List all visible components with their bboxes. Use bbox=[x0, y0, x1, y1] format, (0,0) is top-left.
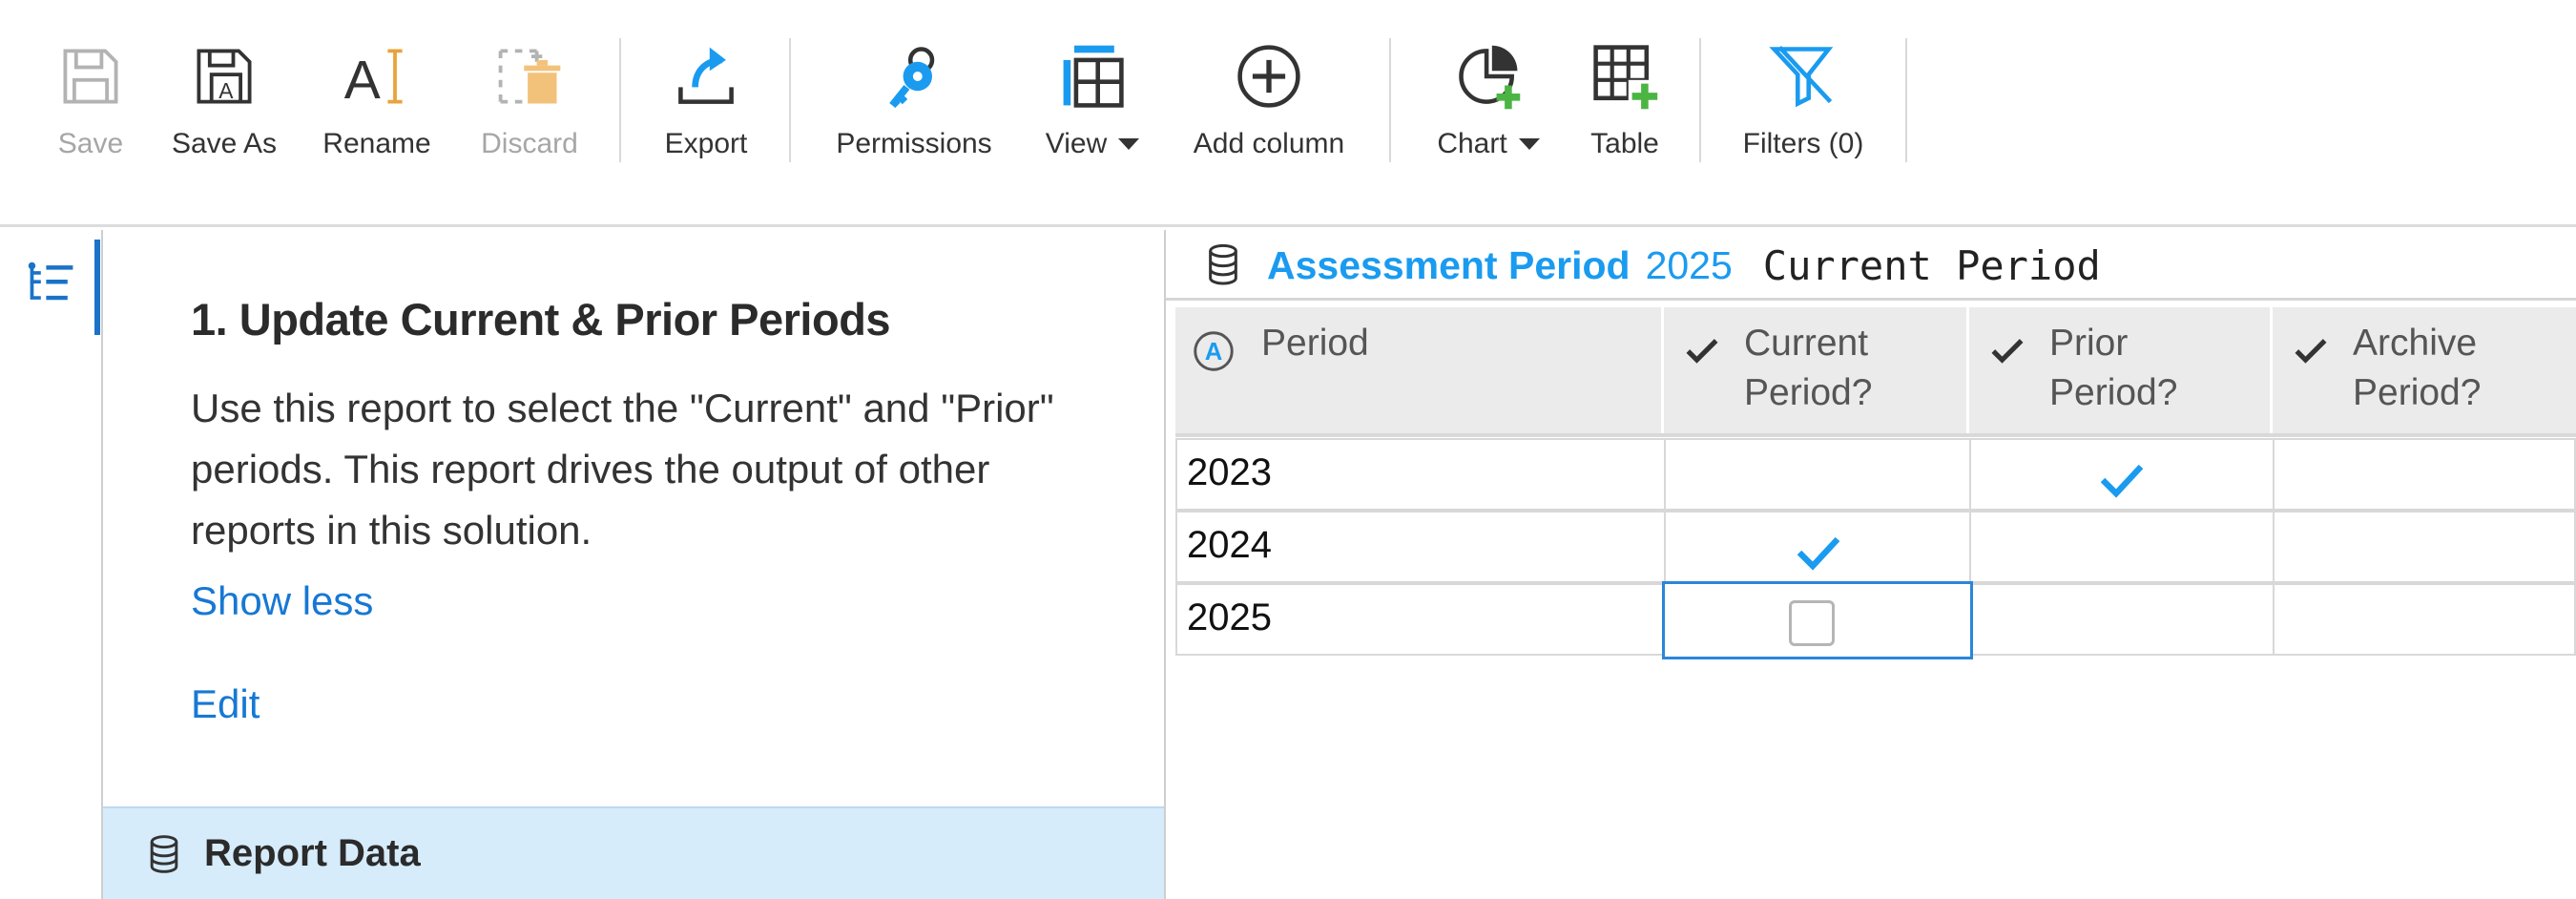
edit-link[interactable]: Edit bbox=[191, 681, 260, 727]
cell-period[interactable]: 2024 bbox=[1175, 511, 1666, 583]
cell-prior-period[interactable] bbox=[1971, 583, 2275, 656]
description-panel: 1. Update Current & Prior Periods Use th… bbox=[101, 230, 1166, 899]
toolbar-separator bbox=[1699, 38, 1701, 162]
column-header-label: Current Period? bbox=[1744, 323, 1873, 413]
checkmark-icon bbox=[1991, 339, 2024, 364]
cell-period[interactable]: 2025 bbox=[1175, 583, 1666, 656]
header-divider bbox=[1175, 433, 2576, 437]
view-title-year: 2025 bbox=[1645, 242, 1733, 287]
svg-text:A: A bbox=[344, 50, 381, 111]
permissions-label: Permissions bbox=[836, 128, 992, 159]
discard-label: Discard bbox=[481, 128, 578, 159]
database-icon bbox=[150, 834, 178, 873]
report-data-label: Report Data bbox=[204, 832, 421, 874]
svg-text:A: A bbox=[218, 78, 234, 103]
report-data-section[interactable]: Report Data bbox=[103, 806, 1164, 899]
export-button[interactable]: Export bbox=[649, 38, 763, 172]
view-title-name: Assessment Period bbox=[1267, 242, 1631, 287]
rename-label: Rename bbox=[322, 128, 431, 159]
save-as-button[interactable]: A Save As bbox=[162, 38, 286, 172]
view-label: View bbox=[1045, 128, 1140, 160]
export-label: Export bbox=[664, 128, 748, 159]
active-indicator bbox=[94, 240, 100, 335]
table-label: Table bbox=[1590, 128, 1659, 159]
save-as-icon: A bbox=[186, 38, 262, 115]
cell-current-period-editing[interactable] bbox=[1662, 581, 1973, 659]
show-less-link[interactable]: Show less bbox=[191, 578, 373, 624]
view-label-text: View bbox=[1045, 128, 1108, 159]
discard-button[interactable]: Discard bbox=[467, 38, 592, 172]
save-icon bbox=[52, 38, 129, 115]
toolbar: Save A Save As A Rename Discard Export P… bbox=[0, 0, 2576, 227]
grid-view-icon bbox=[1054, 38, 1131, 115]
add-column-button[interactable]: Add column bbox=[1183, 38, 1355, 172]
cell-period[interactable]: 2023 bbox=[1175, 438, 1666, 511]
svg-text:A: A bbox=[1205, 339, 1223, 366]
outline-list-icon[interactable] bbox=[25, 259, 78, 312]
discard-icon bbox=[491, 38, 568, 115]
view-title: Assessment Period 2025 Current Period bbox=[1204, 237, 2101, 294]
column-header-archive-period[interactable]: Archive Period? bbox=[2273, 307, 2576, 433]
view-title-filter: Current Period bbox=[1762, 241, 2101, 289]
toolbar-separator bbox=[619, 38, 621, 162]
panel-description: Use this report to select the "Current" … bbox=[191, 386, 1054, 553]
add-column-label: Add column bbox=[1193, 128, 1345, 159]
toolbar-separator bbox=[789, 38, 791, 162]
current-period-checkbox[interactable] bbox=[1789, 600, 1835, 646]
toolbar-separator bbox=[1389, 38, 1391, 162]
cell-archive-period[interactable] bbox=[2273, 511, 2576, 583]
chevron-down-icon bbox=[1118, 138, 1140, 150]
pie-chart-add-icon bbox=[1450, 38, 1527, 115]
column-header-label: Prior Period? bbox=[2049, 323, 2178, 413]
column-header-current-period[interactable]: Current Period? bbox=[1664, 307, 1969, 433]
cell-current-period[interactable] bbox=[1664, 438, 1971, 511]
attribute-a-icon: A bbox=[1194, 331, 1234, 371]
divider bbox=[1166, 298, 2576, 301]
chart-label: Chart bbox=[1437, 128, 1540, 160]
cell-period-text: 2025 bbox=[1187, 596, 1272, 638]
checkmark-icon bbox=[1797, 536, 1840, 571]
column-header-label: Period bbox=[1261, 323, 1369, 364]
column-header-label: Archive Period? bbox=[2353, 323, 2482, 413]
filters-button[interactable]: Filters (0) bbox=[1732, 38, 1875, 172]
checkmark-icon bbox=[2295, 339, 2327, 364]
table-row: 2025 bbox=[1175, 581, 2576, 659]
chart-button[interactable]: Chart bbox=[1426, 38, 1550, 172]
checkmark-icon bbox=[2100, 464, 2144, 498]
save-button[interactable]: Save bbox=[43, 38, 138, 172]
rename-icon: A bbox=[339, 38, 415, 115]
plus-circle-icon bbox=[1231, 38, 1307, 115]
key-icon bbox=[876, 38, 952, 115]
table-button[interactable]: Table bbox=[1579, 38, 1671, 172]
filter-icon bbox=[1765, 38, 1841, 115]
export-icon bbox=[668, 38, 744, 115]
save-label: Save bbox=[57, 128, 124, 159]
chevron-down-icon bbox=[1518, 138, 1540, 150]
cell-archive-period[interactable] bbox=[2273, 438, 2576, 511]
cell-prior-period[interactable] bbox=[1969, 511, 2275, 583]
cell-current-period[interactable] bbox=[1664, 511, 1971, 583]
cell-period-text: 2023 bbox=[1187, 451, 1272, 493]
cell-period-text: 2024 bbox=[1187, 524, 1272, 566]
permissions-button[interactable]: Permissions bbox=[821, 38, 1008, 172]
table-add-icon bbox=[1587, 38, 1663, 115]
left-rail bbox=[0, 230, 101, 899]
view-button[interactable]: View bbox=[1035, 38, 1150, 172]
chart-label-text: Chart bbox=[1437, 128, 1507, 159]
table-row: 2024 bbox=[1175, 511, 2576, 583]
toolbar-separator bbox=[1905, 38, 1907, 162]
panel-title: 1. Update Current & Prior Periods bbox=[191, 294, 891, 345]
cell-prior-period[interactable] bbox=[1969, 438, 2275, 511]
rename-button[interactable]: A Rename bbox=[315, 38, 439, 172]
checkmark-icon bbox=[1686, 339, 1718, 364]
database-icon bbox=[1209, 243, 1237, 285]
column-header-prior-period[interactable]: Prior Period? bbox=[1969, 307, 2273, 433]
table-row: 2023 bbox=[1175, 438, 2576, 511]
filters-label: Filters (0) bbox=[1742, 128, 1864, 159]
save-as-label: Save As bbox=[171, 128, 278, 159]
cell-archive-period[interactable] bbox=[2273, 583, 2576, 656]
column-header-period[interactable]: A Period bbox=[1175, 307, 1664, 433]
